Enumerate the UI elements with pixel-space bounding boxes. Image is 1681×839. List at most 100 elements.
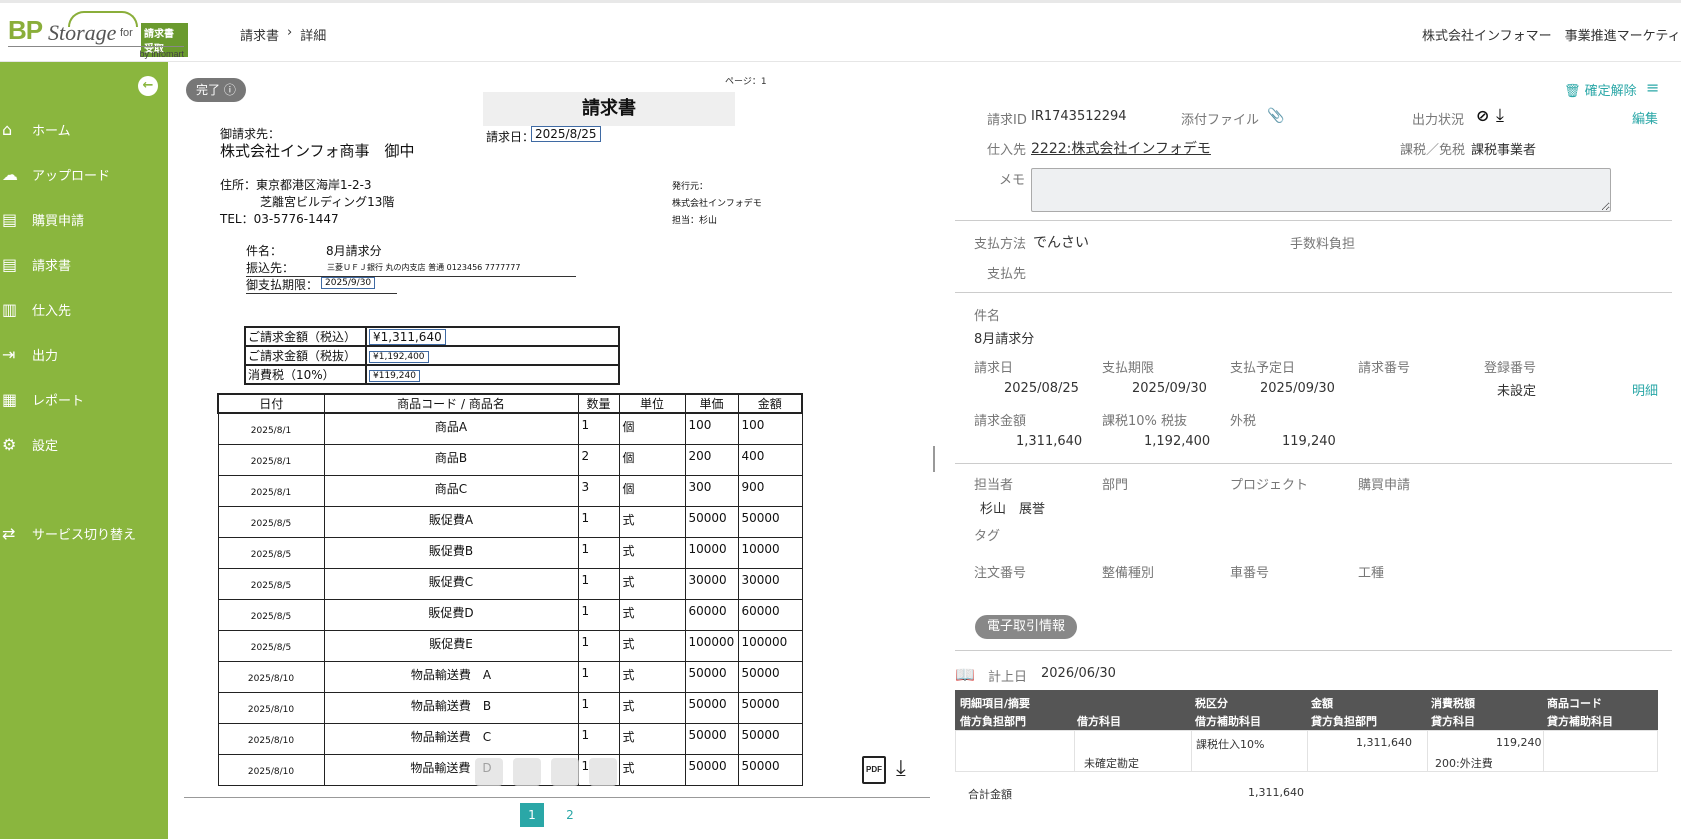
zoom-in-icon[interactable] bbox=[589, 758, 617, 786]
tel: TEL：03-5776-1447 bbox=[220, 212, 339, 226]
col-date: 日付 bbox=[217, 393, 325, 414]
done-label: 完了 bbox=[196, 83, 221, 97]
invoice-id-value: IR1743512294 bbox=[1031, 109, 1127, 124]
sidebar-item-label: 出力 bbox=[32, 348, 59, 364]
item-price: 200 bbox=[684, 443, 739, 476]
item-price: 10000 bbox=[684, 536, 739, 569]
sidebar-item-report[interactable]: ▦ レポート bbox=[0, 384, 168, 414]
item-date: 2025/8/5 bbox=[217, 629, 325, 662]
preview-toolbar bbox=[475, 758, 617, 786]
item-date: 2025/8/10 bbox=[217, 753, 325, 786]
detail-link[interactable]: 明細 bbox=[1632, 380, 1658, 399]
item-qty: 3 bbox=[577, 474, 620, 507]
item-row: 2025/8/5 販促費C 1 式 30000 30000 bbox=[217, 567, 803, 600]
sidebar-item-label: ホーム bbox=[32, 123, 71, 139]
item-unit: 個 bbox=[618, 443, 686, 476]
sidebar-item-settings[interactable]: ⚙ 設定 bbox=[0, 429, 168, 459]
item-row: 2025/8/5 販促費B 1 式 10000 10000 bbox=[217, 536, 803, 569]
amount-value-text: ¥119,240 bbox=[369, 370, 420, 382]
je-tax-class: 課税仕入10% bbox=[1196, 738, 1265, 751]
zoom-out-icon[interactable] bbox=[551, 758, 579, 786]
subject-value: 8月請求分 bbox=[326, 244, 382, 258]
output-download-icon[interactable]: ⤓ bbox=[1496, 105, 1504, 126]
supplier-link[interactable]: 2222:株式会社インフォデモ bbox=[1031, 138, 1211, 158]
memo-input[interactable] bbox=[1031, 168, 1611, 212]
je-col: 税区分 bbox=[1195, 697, 1228, 710]
journal-row[interactable]: 課税仕入10% 1,311,640 119,240 未確定勘定 200:外注費 bbox=[955, 730, 1658, 772]
registration-number-value: 未設定 bbox=[1497, 384, 1537, 399]
splitter-handle[interactable] bbox=[933, 446, 935, 472]
page-2-button[interactable]: 2 bbox=[558, 803, 582, 827]
amount-row: ご請求金額（税抜） ¥1,192,400 bbox=[244, 345, 620, 366]
paperclip-icon[interactable]: 📎 bbox=[1267, 108, 1284, 124]
subject-value: 8月請求分 bbox=[974, 332, 1035, 347]
je-col: 消費税額 bbox=[1431, 697, 1475, 710]
logo-bp: BP bbox=[8, 15, 43, 45]
sidebar-item-home[interactable]: ⌂ ホーム bbox=[0, 114, 168, 144]
amount-value-text: ¥1,192,400 bbox=[369, 351, 429, 363]
item-price: 100000 bbox=[684, 629, 739, 662]
sidebar-item-purchase-request[interactable]: ▤ 購買申請 bbox=[0, 204, 168, 234]
bill-to-name: 株式会社インフォ商事 御中 bbox=[220, 142, 415, 160]
download-icon[interactable]: ⤓ bbox=[896, 756, 906, 781]
item-price: 50000 bbox=[684, 753, 739, 786]
je-col: 貸方負担部門 bbox=[1311, 715, 1377, 728]
item-date: 2025/8/10 bbox=[217, 722, 325, 755]
invoice-date-label: 請求日 bbox=[974, 361, 1014, 376]
item-date: 2025/8/5 bbox=[217, 598, 325, 631]
unconfirm-button[interactable]: 🗑 確定解除 bbox=[1564, 80, 1637, 99]
je-debit-account: 未確定勘定 bbox=[1084, 757, 1139, 770]
item-name: 物品輸送費 B bbox=[323, 691, 579, 724]
book-icon: 📖 bbox=[955, 665, 975, 684]
pdf-icon[interactable]: PDF bbox=[862, 756, 886, 784]
page-1-button[interactable]: 1 bbox=[520, 803, 544, 827]
app-logo[interactable]: BP Storage for 請求書 受取 by infomart bbox=[8, 11, 188, 59]
doc-title: 請求書 bbox=[483, 92, 735, 126]
sidebar-collapse-button[interactable]: ← bbox=[138, 76, 158, 96]
company-name[interactable]: 株式会社インフォマー 事業推進マーケティン bbox=[1422, 25, 1681, 44]
tax-status-value: 課税事業者 bbox=[1471, 143, 1537, 158]
edi-info-button[interactable]: 電子取引情報 bbox=[975, 615, 1078, 639]
item-name: 販促費B bbox=[323, 536, 579, 569]
page-label: ページ：1 bbox=[725, 77, 767, 87]
item-price: 100 bbox=[684, 412, 739, 445]
posting-date-label: 計上日 bbox=[988, 670, 1028, 685]
item-qty: 1 bbox=[577, 536, 620, 569]
sidebar-item-upload[interactable]: ☁ アップロード bbox=[0, 159, 168, 189]
rotate-left-icon[interactable] bbox=[475, 758, 503, 786]
col-amount: 金額 bbox=[737, 393, 803, 414]
breadcrumb-invoices[interactable]: 請求書 bbox=[240, 25, 279, 44]
sidebar-item-invoices[interactable]: ▤ 請求書 bbox=[0, 249, 168, 279]
sidebar-item-label: 設定 bbox=[32, 438, 59, 454]
amount-label: 消費税（10%） bbox=[244, 364, 367, 385]
item-row: 2025/8/5 販促費D 1 式 60000 60000 bbox=[217, 598, 803, 631]
amount-row: 消費税（10%） ¥119,240 bbox=[244, 364, 620, 385]
menu-icon[interactable]: ≡ bbox=[1646, 78, 1659, 97]
prohibit-icon: ⊘ bbox=[1476, 106, 1490, 125]
item-row: 2025/8/5 販促費E 1 式 100000 100000 bbox=[217, 629, 803, 662]
invoice-number-label: 請求番号 bbox=[1358, 361, 1411, 376]
item-qty: 2 bbox=[577, 443, 620, 476]
chevron-right-icon: › bbox=[287, 25, 293, 40]
sidebar-item-switch-service[interactable]: ⇄ サービス切り替え bbox=[0, 518, 168, 548]
item-date: 2025/8/1 bbox=[217, 474, 325, 507]
sidebar-item-export[interactable]: ⇥ 出力 bbox=[0, 339, 168, 369]
col-price: 単価 bbox=[684, 393, 739, 414]
item-date: 2025/8/10 bbox=[217, 660, 325, 693]
total-value: 1,311,640 bbox=[1248, 786, 1304, 799]
done-badge[interactable]: 完了 ⓘ bbox=[186, 78, 246, 102]
preview-bottom-divider bbox=[184, 797, 930, 798]
subject-label: 件名： bbox=[246, 244, 283, 258]
item-row: 2025/8/10 物品輸送費 B 1 式 50000 50000 bbox=[217, 691, 803, 724]
amount-value: ¥1,311,640 bbox=[365, 326, 620, 347]
department-label: 部門 bbox=[1102, 478, 1129, 493]
supplier-label: 仕入先 bbox=[987, 143, 1027, 158]
rotate-right-icon[interactable] bbox=[513, 758, 541, 786]
edit-link[interactable]: 編集 bbox=[1632, 108, 1658, 127]
divider bbox=[955, 463, 1672, 464]
logo-storage: Storage bbox=[48, 20, 117, 45]
journal-header: 明細項目/摘要 税区分 金額 消費税額 商品コード 借方負担部門 借方科目 借方… bbox=[955, 690, 1658, 730]
address-line1: 住所：東京都港区海岸1-2-3 bbox=[220, 178, 372, 192]
item-price: 60000 bbox=[684, 598, 739, 631]
sidebar-item-suppliers[interactable]: ▥ 仕入先 bbox=[0, 294, 168, 324]
